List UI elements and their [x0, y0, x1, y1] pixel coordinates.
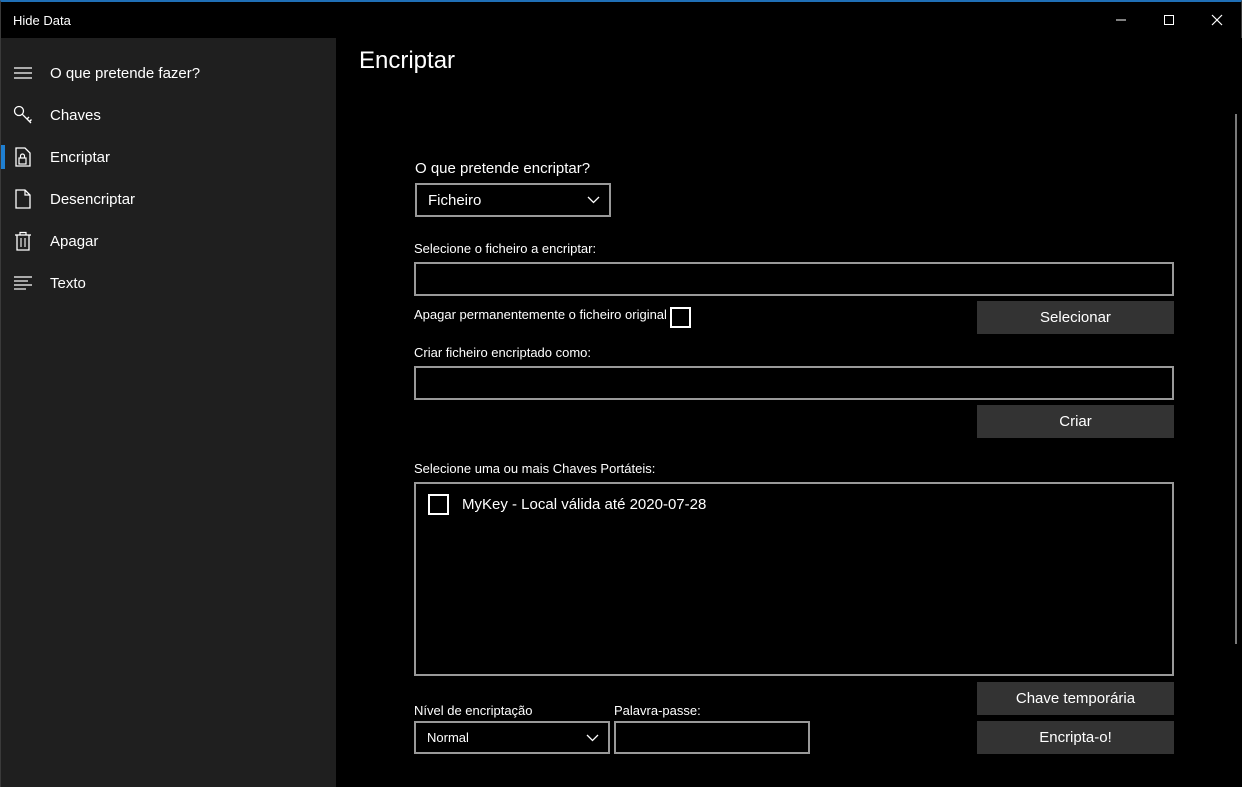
- password-label: Palavra-passe:: [614, 703, 701, 718]
- lock-document-icon: [13, 147, 33, 167]
- password-input[interactable]: [614, 721, 810, 754]
- maximize-button[interactable]: [1145, 2, 1193, 38]
- encryption-level-value: Normal: [427, 730, 469, 745]
- list-item[interactable]: MyKey - Local válida até 2020-07-28: [428, 494, 706, 515]
- document-icon: [13, 189, 33, 209]
- hamburger-menu-icon: [13, 63, 33, 83]
- create-button[interactable]: Criar: [977, 405, 1174, 438]
- temporary-key-button[interactable]: Chave temporária: [977, 682, 1174, 715]
- sidebar-item-apagar[interactable]: Apagar: [1, 220, 336, 262]
- close-button[interactable]: [1193, 2, 1241, 38]
- keys-label: Selecione uma ou mais Chaves Portáteis:: [414, 461, 656, 476]
- minimize-icon: [1116, 19, 1126, 21]
- sidebar-item-encriptar[interactable]: Encriptar: [1, 136, 336, 178]
- sidebar-item-label: Texto: [50, 274, 86, 292]
- sidebar-nav: O que pretende fazer? Chaves Encriptar D…: [1, 38, 336, 787]
- page-title: Encriptar: [359, 47, 456, 74]
- select-file-input[interactable]: [414, 262, 1174, 296]
- selected-indicator: [1, 145, 5, 169]
- encryption-level-label: Nível de encriptação: [414, 703, 533, 718]
- encrypt-type-value: Ficheiro: [428, 191, 482, 209]
- sidebar-item-menu[interactable]: O que pretende fazer?: [1, 52, 336, 94]
- encryption-level-select[interactable]: Normal: [414, 721, 610, 754]
- maximize-icon: [1164, 15, 1174, 25]
- sidebar-item-label: Encriptar: [50, 148, 111, 166]
- trash-icon: [13, 231, 33, 251]
- main-content: Encriptar O que pretende encriptar? Fich…: [336, 38, 1242, 787]
- encrypt-type-label: O que pretende encriptar?: [415, 160, 591, 177]
- title-bar: Hide Data: [1, 2, 1241, 38]
- window-title: Hide Data: [13, 13, 71, 28]
- scrollbar[interactable]: [1235, 114, 1237, 644]
- create-as-label: Criar ficheiro encriptado como:: [414, 345, 592, 360]
- sidebar-item-label: Apagar: [50, 232, 99, 250]
- delete-original-checkbox[interactable]: [670, 307, 691, 328]
- keys-list[interactable]: MyKey - Local válida até 2020-07-28: [414, 482, 1174, 676]
- app-window: Hide Data O que pretende fazer? Chaves E…: [0, 0, 1242, 787]
- sidebar-item-desencriptar[interactable]: Desencriptar: [1, 178, 336, 220]
- select-file-button[interactable]: Selecionar: [977, 301, 1174, 334]
- delete-original-label: Apagar permanentemente o ficheiro origin…: [414, 307, 667, 322]
- close-icon: [1211, 14, 1223, 26]
- chevron-down-icon: [587, 196, 600, 204]
- sidebar-item-label: Desencriptar: [50, 190, 136, 208]
- sidebar-item-texto[interactable]: Texto: [1, 262, 336, 304]
- text-lines-icon: [13, 273, 33, 293]
- key-checkbox[interactable]: [428, 494, 449, 515]
- create-as-input[interactable]: [414, 366, 1174, 400]
- sidebar-item-label: O que pretende fazer?: [50, 64, 201, 82]
- encrypt-button[interactable]: Encripta-o!: [977, 721, 1174, 754]
- chevron-down-icon: [586, 734, 599, 741]
- encrypt-type-select[interactable]: Ficheiro: [415, 183, 611, 217]
- sidebar-item-chaves[interactable]: Chaves: [1, 94, 336, 136]
- select-file-label: Selecione o ficheiro a encriptar:: [414, 241, 597, 256]
- sidebar-item-label: Chaves: [50, 106, 101, 124]
- key-icon: [13, 105, 33, 125]
- key-label: MyKey - Local válida até 2020-07-28: [462, 496, 707, 513]
- minimize-button[interactable]: [1097, 2, 1145, 38]
